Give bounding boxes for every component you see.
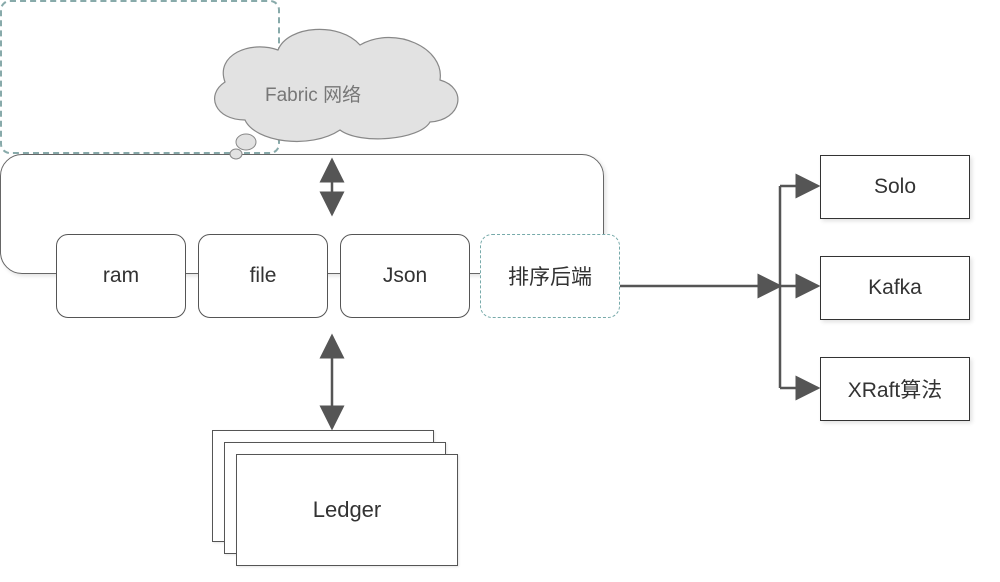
module-json: Json [340, 234, 470, 318]
ledger-label: Ledger [313, 497, 382, 523]
option-xraft: XRaft算法 [820, 357, 970, 421]
option-solo: Solo [820, 155, 970, 219]
ledger-stack-front: Ledger [236, 454, 458, 566]
option-kafka: Kafka [820, 256, 970, 320]
module-ram: ram [56, 234, 186, 318]
module-file: file [198, 234, 328, 318]
fabric-network-cloud-frame [0, 0, 280, 154]
module-sort-backend: 排序后端 [480, 234, 620, 318]
fabric-network-label: Fabric 网络 [265, 80, 361, 107]
